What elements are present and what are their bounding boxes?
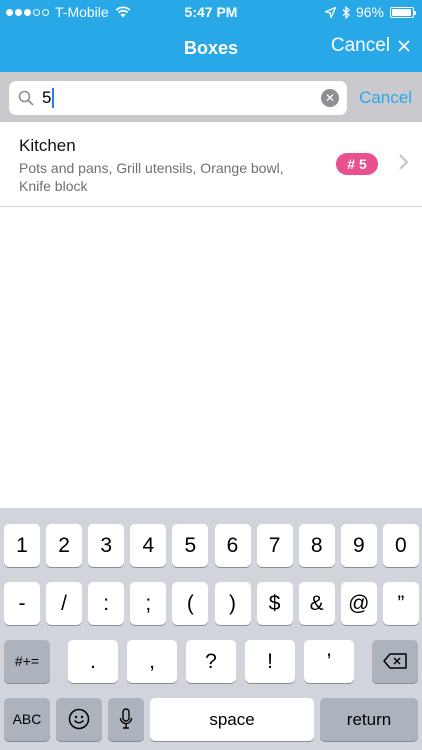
- clear-search-icon[interactable]: ✕: [321, 89, 339, 107]
- key-slash[interactable]: /: [46, 582, 83, 625]
- key-8[interactable]: 8: [298, 524, 335, 567]
- box-contents: Pots and pans, Grill utensils, Orange bo…: [19, 160, 284, 194]
- key-close-paren[interactable]: ): [214, 582, 251, 625]
- key-0[interactable]: 0: [382, 524, 419, 567]
- key-1[interactable]: 1: [4, 524, 40, 567]
- space-key[interactable]: space: [150, 698, 314, 741]
- key-ampersand[interactable]: &: [298, 582, 335, 625]
- key-2[interactable]: 2: [46, 524, 83, 567]
- text-cursor: [52, 88, 55, 108]
- box-title: Kitchen: [19, 136, 76, 155]
- key-4[interactable]: 4: [130, 524, 167, 567]
- list-item[interactable]: Kitchen Pots and pans, Grill utensils, O…: [0, 122, 422, 207]
- key-question[interactable]: ?: [186, 640, 236, 683]
- key-3[interactable]: 3: [88, 524, 125, 567]
- key-symbols[interactable]: #+=: [4, 640, 50, 683]
- close-icon: [398, 40, 410, 52]
- backspace-icon: [383, 653, 407, 669]
- key-comma[interactable]: ,: [127, 640, 177, 683]
- emoji-key[interactable]: [56, 698, 102, 741]
- keyboard: 1234567890 - /:;() $ & @” #+= . , ? ! ’ ABC: [0, 508, 422, 750]
- emoji-icon: [68, 708, 90, 730]
- key-semicolon[interactable]: ;: [130, 582, 167, 625]
- key-7[interactable]: 7: [256, 524, 293, 567]
- search-bar: 5 ✕ Cancel: [0, 72, 422, 122]
- key-open-paren[interactable]: (: [172, 582, 209, 625]
- search-value: 5: [42, 88, 52, 107]
- location-arrow-icon: [324, 6, 336, 18]
- bluetooth-icon: [342, 5, 350, 19]
- key-9[interactable]: 9: [340, 524, 377, 567]
- nav-cancel-button[interactable]: Cancel: [331, 35, 410, 57]
- battery-percent: 96%: [355, 4, 384, 20]
- key-quote[interactable]: ”: [382, 582, 419, 625]
- key-apostrophe[interactable]: ’: [304, 640, 354, 683]
- nav-cancel-label: Cancel: [330, 35, 390, 56]
- key-dollar[interactable]: $: [256, 582, 293, 625]
- key-at[interactable]: @: [340, 582, 377, 625]
- key-6[interactable]: 6: [214, 524, 251, 567]
- key-period[interactable]: .: [68, 640, 118, 683]
- key-minus[interactable]: -: [4, 582, 40, 625]
- key-abc[interactable]: ABC: [4, 698, 50, 741]
- top-bar: T-Mobile 5:47 PM 96% Boxes Cancel: [0, 0, 422, 72]
- search-input[interactable]: 5 ✕: [9, 81, 347, 115]
- key-exclamation[interactable]: !: [245, 640, 295, 683]
- box-number-badge: # 5: [336, 153, 378, 175]
- status-bar: T-Mobile 5:47 PM 96%: [0, 0, 422, 24]
- backspace-key[interactable]: [372, 640, 418, 683]
- key-5[interactable]: 5: [172, 524, 209, 567]
- key-colon[interactable]: :: [88, 582, 125, 625]
- search-cancel-button[interactable]: Cancel: [359, 88, 412, 108]
- chevron-right-icon: [399, 154, 408, 170]
- search-icon: [18, 90, 34, 106]
- battery-icon: [390, 6, 416, 18]
- microphone-icon: [119, 708, 133, 729]
- return-key[interactable]: return: [320, 698, 418, 741]
- dictation-key[interactable]: [108, 698, 144, 741]
